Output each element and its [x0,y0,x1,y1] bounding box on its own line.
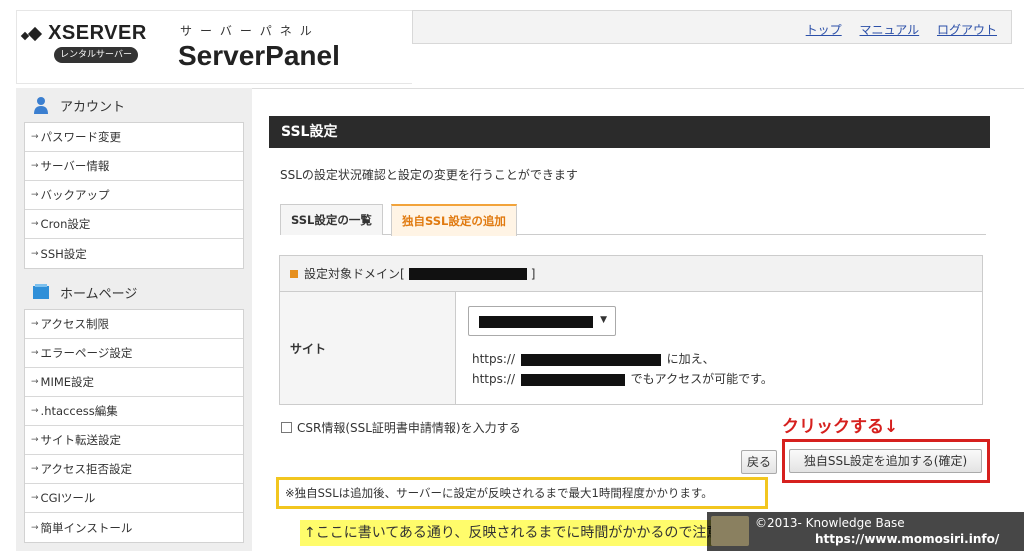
site-value: ▼ https:// に加え、 https:// でもアクセスが可能です。 [456,292,982,404]
page-description: SSLの設定状況確認と設定の変更を行うことができます [280,168,578,182]
sidebar-item-label: バックアップ [40,188,110,202]
header: XSERVER レンタルサーバー サーバーパネル ServerPanel トップ… [0,0,1024,88]
sidebar-item-label: サーバー情報 [40,159,110,173]
ssl-form-box: 設定対象ドメイン[ ] サイト ▼ https:// に加え、 https:// [279,255,983,405]
sidebar-list-homepage: → アクセス制限 → エラーページ設定 → MIME設定 → .htaccess編集 →… [24,309,244,543]
sidebar-item-label: アクセス制限 [40,317,109,331]
arrow-icon: → [31,190,39,200]
redacted-domain [408,267,527,280]
sidebar-item-cron[interactable]: → Cron設定 [25,210,243,239]
url-scheme: https:// [472,352,516,366]
redacted-url [520,353,661,366]
sidebar-item-label: アクセス拒否設定 [40,462,132,476]
arrow-icon: → [31,132,39,142]
sidebar-section-account: アカウント [16,88,252,122]
sidebar-item-htaccess[interactable]: → .htaccess編集 [25,397,243,426]
sidebar-item-easy-install[interactable]: → 簡単インストール [25,513,243,542]
arrow-icon: → [31,348,39,358]
click-annotation: クリックする↓ [782,417,899,437]
sidebar-item-access-limit[interactable]: → アクセス制限 [25,310,243,339]
sidebar-item-label: エラーページ設定 [40,346,133,360]
caret-down-icon: ▼ [600,315,607,325]
arrow-icon: → [31,319,39,329]
panel-title: ServerPanel [178,40,340,71]
arrow-icon: → [31,161,39,171]
domain-label-close: ] [530,266,536,281]
top-links: トップ マニュアル ログアウト [792,21,997,38]
tab-bar: SSL設定の一覧 独自SSL設定の追加 [280,204,986,236]
watermark-url: https://www.momosiri.info/ [815,532,1000,546]
url-line-1: https:// に加え、 [472,350,715,367]
tab-add-ssl[interactable]: 独自SSL設定の追加 [391,204,517,236]
sidebar-item-backup[interactable]: → バックアップ [25,181,243,210]
confirm-add-ssl-button[interactable]: 独自SSL設定を追加する(確定) [789,449,982,473]
user-icon [34,97,48,114]
bullet-icon [290,269,298,278]
csr-option[interactable]: CSR情報(SSL証明書申請情報)を入力する [281,419,521,436]
sidebar-item-ssh[interactable]: → SSH設定 [25,239,243,268]
sidebar-item-label: .htaccess編集 [40,404,118,418]
sidebar: アカウント → パスワード変更 → サーバー情報 → バックアップ → Cron設定 →… [16,88,252,551]
rental-badge: レンタルサーバー [54,47,138,63]
site-row: サイト ▼ https:// に加え、 https:// でもアクセスが可能です… [280,292,982,404]
sidebar-item-label: 簡単インストール [40,520,133,535]
sidebar-item-label: パスワード変更 [40,130,122,144]
sidebar-item-site-redirect[interactable]: → サイト転送設定 [25,426,243,455]
arrow-icon: → [31,406,39,416]
domain-header: 設定対象ドメイン[ ] [280,256,982,292]
top-nav-bar: トップ マニュアル ログアウト [412,10,1012,44]
arrow-icon: → [31,377,39,387]
confirm-highlight: 独自SSL設定を追加する(確定) [782,439,990,483]
sidebar-item-label: MIME設定 [40,375,95,389]
redacted-site [479,316,593,328]
notice-text: ※独自SSLは追加後、サーバーに設定が反映されるまで最大1時間程度かかります。 [276,477,768,509]
arrow-icon: → [31,219,39,229]
tab-ssl-list[interactable]: SSL設定の一覧 [280,204,383,235]
main-content: SSL設定 SSLの設定状況確認と設定の変更を行うことができます SSL設定の一… [252,88,1024,551]
diamond-icon [27,26,43,42]
book-icon [33,284,49,299]
watermark: ©2013- Knowledge Base https://www.momosi… [707,512,1024,551]
sidebar-section-title: アカウント [60,99,126,115]
sidebar-item-mime[interactable]: → MIME設定 [25,368,243,397]
back-button[interactable]: 戻る [741,450,777,474]
sidebar-item-label: SSH設定 [40,246,87,261]
sidebar-item-server-info[interactable]: → サーバー情報 [25,152,243,181]
site-select[interactable]: ▼ [468,306,616,336]
url-line-2-text: でもアクセスが可能です。 [630,372,773,386]
page-title: SSL設定 [269,116,990,148]
url-scheme: https:// [472,372,516,386]
xserver-logo[interactable]: XSERVER [20,22,147,45]
csr-label: CSR情報(SSL証明書申請情報)を入力する [297,421,521,435]
csr-checkbox[interactable] [281,422,292,433]
sidebar-item-password[interactable]: → パスワード変更 [25,123,243,152]
sidebar-item-label: Cron設定 [40,217,91,231]
sidebar-item-label: CGIツール [40,491,96,505]
redacted-url [520,373,625,386]
url-line-1-text: に加え、 [666,352,715,366]
panel-subtitle: サーバーパネル [180,24,320,38]
watermark-copyright: ©2013- Knowledge Base [755,516,905,530]
sidebar-item-cgi-tool[interactable]: → CGIツール [25,484,243,513]
arrow-icon: → [31,493,39,503]
arrow-icon: → [31,435,39,445]
domain-label: 設定対象ドメイン[ [304,267,405,281]
watermark-thumbnail [711,516,749,546]
sidebar-list-account: → パスワード変更 → サーバー情報 → バックアップ → Cron設定 → SSH設定 [24,122,244,269]
sidebar-item-error-page[interactable]: → エラーページ設定 [25,339,243,368]
sidebar-item-access-deny[interactable]: → アクセス拒否設定 [25,455,243,484]
brand-name: XSERVER [48,22,147,44]
annotation-note: ↑ここに書いてある通り、反映されるまでに時間がかかるので注意 [300,520,720,546]
arrow-icon: → [31,248,39,259]
logout-link[interactable]: ログアウト [937,23,997,37]
arrow-icon: → [31,522,39,533]
sidebar-section-homepage: ホームページ [16,275,252,309]
sidebar-section-title: ホームページ [60,286,138,302]
manual-link[interactable]: マニュアル [860,23,920,37]
url-line-2: https:// でもアクセスが可能です。 [472,370,773,387]
arrow-icon: → [31,464,39,474]
top-link[interactable]: トップ [806,23,842,37]
site-label: サイト [280,292,456,404]
sidebar-item-label: サイト転送設定 [40,433,122,447]
